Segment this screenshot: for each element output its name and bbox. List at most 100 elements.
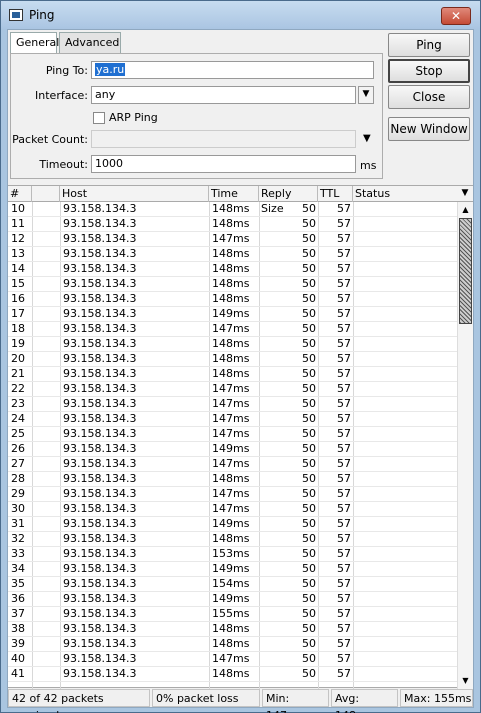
table-row[interactable]: 33 93.158.134.3 153ms 50 57 [8, 547, 457, 562]
cell-reply-size: 50 [302, 322, 316, 335]
cell-ttl: 57 [337, 577, 351, 590]
new-window-button[interactable]: New Window [388, 117, 470, 141]
cell-reply-size: 50 [302, 217, 316, 230]
cell-time: 147ms [212, 652, 250, 665]
cell-number: 38 [11, 622, 25, 635]
col-flag-header[interactable] [32, 186, 60, 202]
timeout-input[interactable]: 1000 [91, 155, 356, 173]
close-button[interactable]: Close [388, 85, 470, 109]
table-row[interactable]: 28 93.158.134.3 148ms 50 57 [8, 472, 457, 487]
cell-time: 148ms [212, 247, 250, 260]
window-close-button[interactable]: ✕ [441, 7, 471, 25]
scroll-up-icon[interactable]: ▲ [458, 202, 473, 217]
column-menu-icon[interactable]: ▼ [457, 186, 473, 202]
cell-number: 22 [11, 382, 25, 395]
tab-advanced[interactable]: Advanced [59, 32, 121, 53]
table-row[interactable]: 18 93.158.134.3 147ms 50 57 [8, 322, 457, 337]
table-row[interactable]: 41 93.158.134.3 148ms 50 57 [8, 667, 457, 682]
table-row[interactable]: 26 93.158.134.3 149ms 50 57 [8, 442, 457, 457]
col-reply-size-header[interactable]: Reply Size [259, 186, 318, 215]
table-row[interactable]: 39 93.158.134.3 148ms 50 57 [8, 637, 457, 652]
table-row[interactable]: 40 93.158.134.3 147ms 50 57 [8, 652, 457, 667]
cell-reply-size: 50 [302, 592, 316, 605]
col-host-header[interactable]: Host [60, 186, 209, 202]
ping-button[interactable]: Ping [388, 33, 470, 57]
table-row[interactable]: 38 93.158.134.3 148ms 50 57 [8, 622, 457, 637]
table-row[interactable]: 27 93.158.134.3 147ms 50 57 [8, 457, 457, 472]
cell-reply-size: 50 [302, 562, 316, 575]
table-row[interactable]: 22 93.158.134.3 147ms 50 57 [8, 382, 457, 397]
col-ttl-header[interactable]: TTL [318, 186, 353, 202]
tab-general[interactable]: General [10, 32, 59, 54]
cell-host: 93.158.134.3 [63, 577, 137, 590]
cell-ttl: 57 [337, 292, 351, 305]
cell-host: 93.158.134.3 [63, 322, 137, 335]
table-row[interactable]: 35 93.158.134.3 154ms 50 57 [8, 577, 457, 592]
ping-to-input[interactable]: ya.ru [91, 61, 374, 79]
table-row[interactable]: 32 93.158.134.3 148ms 50 57 [8, 532, 457, 547]
cell-number: 24 [11, 412, 25, 425]
table-row[interactable]: 21 93.158.134.3 148ms 50 57 [8, 367, 457, 382]
vertical-scrollbar[interactable]: ▲ ▼ [457, 202, 473, 689]
col-time-header[interactable]: Time [209, 186, 259, 202]
cell-host: 93.158.134.3 [63, 547, 137, 560]
table-row[interactable]: 20 93.158.134.3 148ms 50 57 [8, 352, 457, 367]
table-row[interactable]: 11 93.158.134.3 148ms 50 57 [8, 217, 457, 232]
window-icon [9, 9, 23, 21]
interface-dropdown-button[interactable]: ▼ [358, 86, 374, 104]
table-row[interactable]: 36 93.158.134.3 149ms 50 57 [8, 592, 457, 607]
table-row[interactable]: 15 93.158.134.3 148ms 50 57 [8, 277, 457, 292]
arp-ping-label: ARP Ping [109, 111, 158, 124]
table-row[interactable]: 23 93.158.134.3 147ms 50 57 [8, 397, 457, 412]
stop-button[interactable]: Stop [388, 59, 470, 83]
table-row[interactable]: 34 93.158.134.3 149ms 50 57 [8, 562, 457, 577]
table-row[interactable]: 31 93.158.134.3 149ms 50 57 [8, 517, 457, 532]
title-bar[interactable]: Ping ✕ [1, 1, 480, 29]
cell-host: 93.158.134.3 [63, 337, 137, 350]
cell-host: 93.158.134.3 [63, 277, 137, 290]
cell-reply-size: 50 [302, 487, 316, 500]
table-row[interactable]: 25 93.158.134.3 147ms 50 57 [8, 427, 457, 442]
table-row[interactable]: 10 93.158.134.3 148ms 50 57 [8, 202, 457, 217]
interface-select[interactable]: any [91, 86, 356, 104]
cell-reply-size: 50 [302, 367, 316, 380]
cell-host: 93.158.134.3 [63, 292, 137, 305]
cell-ttl: 57 [337, 442, 351, 455]
cell-time: 148ms [212, 667, 250, 680]
cell-host: 93.158.134.3 [63, 622, 137, 635]
packet-count-dropdown-icon[interactable]: ▼ [363, 133, 371, 144]
table-row[interactable]: 30 93.158.134.3 147ms 50 57 [8, 502, 457, 517]
cell-time: 148ms [212, 532, 250, 545]
cell-reply-size: 50 [302, 292, 316, 305]
cell-ttl: 57 [337, 502, 351, 515]
scroll-down-icon[interactable]: ▼ [458, 673, 473, 688]
cell-ttl: 57 [337, 652, 351, 665]
table-row[interactable]: 37 93.158.134.3 155ms 50 57 [8, 607, 457, 622]
cell-reply-size: 50 [302, 607, 316, 620]
cell-host: 93.158.134.3 [63, 202, 137, 215]
table-row[interactable]: 12 93.158.134.3 147ms 50 57 [8, 232, 457, 247]
table-row[interactable]: 29 93.158.134.3 147ms 50 57 [8, 487, 457, 502]
cell-reply-size: 50 [302, 412, 316, 425]
cell-number: 26 [11, 442, 25, 455]
cell-number: 29 [11, 487, 25, 500]
status-bar: 42 of 42 packets received 0% packet loss… [8, 689, 473, 713]
cell-host: 93.158.134.3 [63, 217, 137, 230]
arp-ping-checkbox[interactable] [93, 112, 105, 124]
table-row[interactable]: 14 93.158.134.3 148ms 50 57 [8, 262, 457, 277]
col-number-header[interactable]: # [8, 186, 32, 202]
table-row[interactable]: 13 93.158.134.3 148ms 50 57 [8, 247, 457, 262]
cell-ttl: 57 [337, 382, 351, 395]
table-row[interactable]: 24 93.158.134.3 147ms 50 57 [8, 412, 457, 427]
packet-count-input[interactable] [91, 130, 356, 148]
table-row[interactable]: 17 93.158.134.3 149ms 50 57 [8, 307, 457, 322]
cell-host: 93.158.134.3 [63, 532, 137, 545]
cell-host: 93.158.134.3 [63, 652, 137, 665]
col-status-header[interactable]: Status [353, 186, 457, 202]
scroll-thumb[interactable] [459, 218, 472, 324]
cell-time: 149ms [212, 592, 250, 605]
cell-time: 149ms [212, 562, 250, 575]
table-row[interactable]: 19 93.158.134.3 148ms 50 57 [8, 337, 457, 352]
general-panel: Ping To: ya.ru Interface: any ▼ ARP Ping… [10, 53, 383, 179]
table-row[interactable]: 16 93.158.134.3 148ms 50 57 [8, 292, 457, 307]
